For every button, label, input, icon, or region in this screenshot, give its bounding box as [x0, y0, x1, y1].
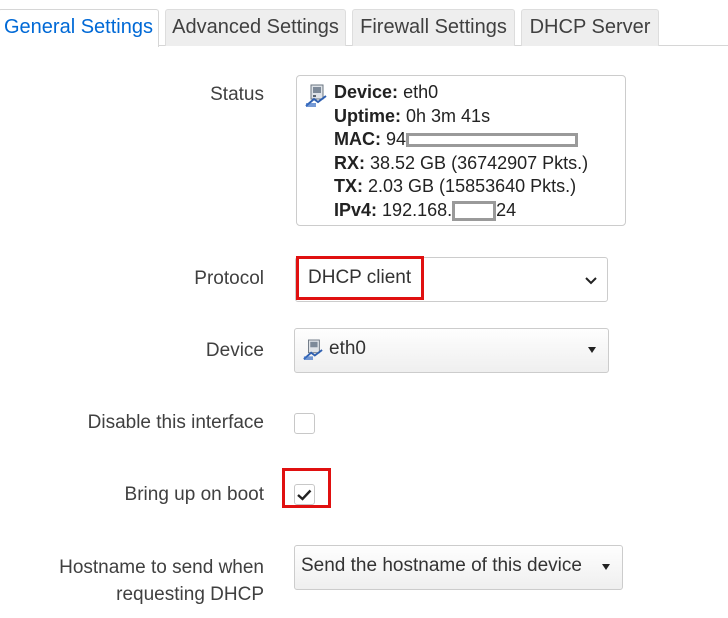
tab-bar: General Settings Advanced Settings Firew… — [0, 0, 728, 47]
status-uptime-line: Uptime: 0h 3m 41s — [334, 105, 491, 126]
status-device-line: Device: eth0 — [334, 82, 439, 102]
tab-firewall-settings[interactable]: Firewall Settings — [352, 9, 515, 46]
chevron-down-icon — [585, 277, 597, 285]
status-mac-line: MAC: 94 — [334, 128, 588, 152]
dropdown-arrow-icon — [602, 564, 610, 570]
protocol-label: Protocol — [194, 268, 264, 289]
tab-advanced-settings[interactable]: Advanced Settings — [165, 9, 346, 46]
device-value: eth0 — [329, 338, 366, 359]
dropdown-arrow-icon — [588, 347, 596, 353]
redacted-mac — [406, 133, 579, 148]
status-ipv4-line: IPv4: 192.168. 24 — [334, 199, 517, 222]
status-tx-line: TX: 2.03 GB (15853640 Pkts.) — [334, 176, 577, 197]
disable-interface-checkbox[interactable] — [294, 413, 315, 434]
device-select[interactable]: eth0 — [294, 328, 609, 373]
tab-dhcp-server[interactable]: DHCP Server — [521, 9, 659, 46]
device-label: Device — [205, 340, 264, 361]
boot-highlight — [282, 468, 331, 508]
hostname-select[interactable]: Send the hostname of this device — [294, 545, 623, 590]
network-adapter-icon — [303, 339, 323, 360]
redacted-ip — [452, 201, 497, 222]
disable-interface-label: Disable this interface — [87, 412, 264, 433]
status-rx-line: RX: 38.52 GB (36742907 Pkts.) — [334, 152, 589, 173]
status-label: Status — [210, 84, 264, 105]
protocol-highlight — [296, 256, 424, 300]
hostname-label: Hostname to send when requesting DHCP — [59, 557, 264, 605]
status-box: Device: eth0 Uptime: 0h 3m 41s MAC: 94 R… — [296, 75, 626, 226]
network-adapter-icon — [305, 84, 327, 107]
tab-general-settings[interactable]: General Settings — [0, 9, 159, 47]
status-details: Device: eth0 Uptime: 0h 3m 41s MAC: 94 R… — [334, 81, 588, 223]
bring-up-on-boot-label: Bring up on boot — [124, 484, 264, 505]
hostname-value: Send the hostname of this device — [301, 555, 582, 576]
